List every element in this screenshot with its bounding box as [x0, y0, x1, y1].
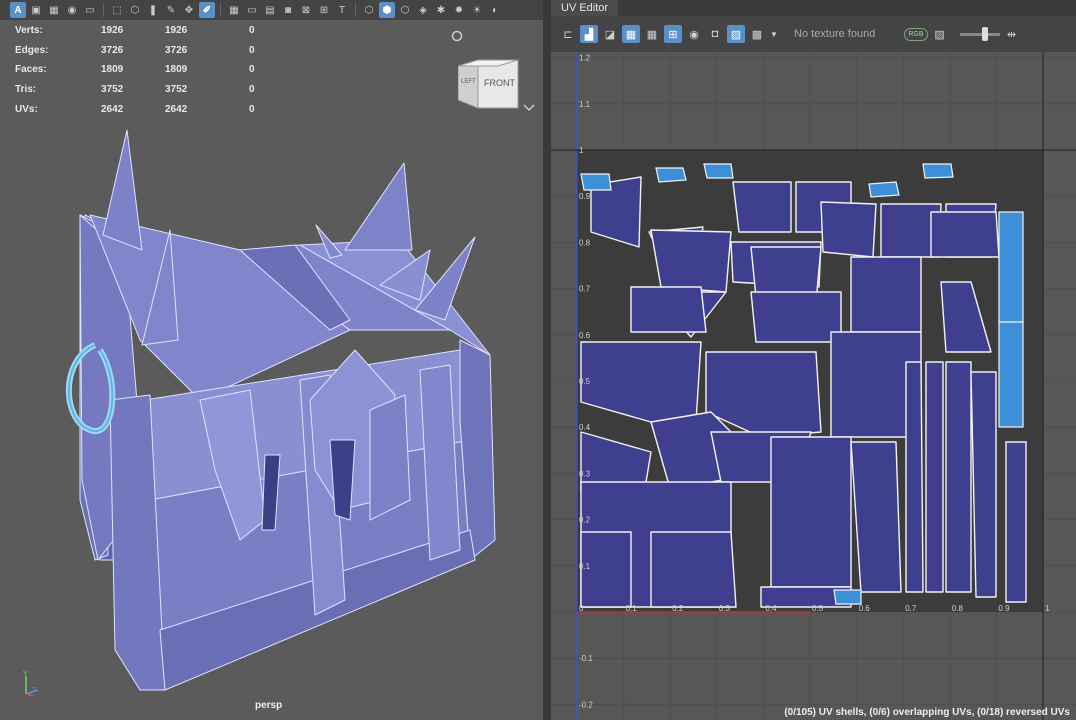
- viewcube-left-label: LEFT: [461, 79, 476, 85]
- uv-y-tick-label: 0.8: [579, 238, 591, 247]
- uv-toolbar: ⊏ ▟ ◪ ▦ ▦ ⊞ ◉ ◘ ▨ ▩ ▼ No texture found R…: [551, 16, 1076, 52]
- hud-row-uvs: UVs: 2642 2642 0: [15, 103, 255, 115]
- uv-checkerboard-icon[interactable]: ▩: [748, 25, 766, 43]
- dropdown-arrow-icon[interactable]: ▼: [769, 25, 779, 43]
- uv-y-tick-label: 1.2: [579, 54, 591, 63]
- uv-snapshot-icon[interactable]: ◘: [706, 25, 724, 43]
- panel-splitter[interactable]: [543, 0, 551, 720]
- chevron-down-icon[interactable]: [523, 104, 535, 112]
- viewcube-front-label: FRONT: [484, 78, 515, 88]
- hud-row-faces: Faces: 1809 1809 0: [15, 64, 255, 76]
- uv-range-icon[interactable]: ⇹: [1003, 25, 1021, 43]
- uv-y-tick-label: 1: [579, 146, 584, 155]
- exposure-slider-knob[interactable]: [981, 26, 988, 41]
- uv-y-tick-label: 0.1: [579, 562, 591, 571]
- uv-x-tick-label: 0.6: [859, 604, 871, 613]
- uv-x-tick-label: 0.1: [626, 604, 638, 613]
- uv-y-tick-label: 0.6: [579, 331, 591, 340]
- uv-x-tick-label: 0.4: [765, 604, 777, 613]
- poly-count-hud: Verts: 1926 1926 0 Edges: 3726 3726 0 Faces: 18…: [15, 21, 269, 119]
- uv-x-tick-label: 1: [1045, 604, 1050, 613]
- no-texture-label: No texture found: [794, 28, 876, 40]
- home-icon[interactable]: [450, 29, 464, 43]
- uv-y-tick-label: 0.4: [579, 423, 591, 432]
- camera-label: persp: [255, 700, 283, 711]
- image-icon[interactable]: ▨: [931, 25, 949, 43]
- uv-x-tick-label: 0.7: [905, 604, 917, 613]
- uv-y-tick-label: 0.5: [579, 377, 591, 386]
- tab-uv-editor[interactable]: UV Editor: [551, 0, 619, 16]
- rgb-channel-button[interactable]: RGB: [904, 27, 928, 41]
- uv-x-tick-label: 0.2: [672, 604, 684, 613]
- uv-x-tick-label: 0.3: [719, 604, 731, 613]
- uv-distortion-icon[interactable]: ◪: [601, 25, 619, 43]
- axis-y-label: Y: [23, 671, 28, 678]
- uv-x-tick-label: 0.8: [952, 604, 964, 613]
- uv-dim-image-icon[interactable]: ◉: [685, 25, 703, 43]
- uv-pixel-snap-icon[interactable]: ▦: [643, 25, 661, 43]
- uv-y-tick-label: 0.9: [579, 192, 591, 201]
- uv-x-tick-label: 0.9: [998, 604, 1010, 613]
- uv-y-tick-label: 1.1: [579, 100, 591, 109]
- uv-shaded-icon[interactable]: ▟: [580, 25, 598, 43]
- uv-status-bar: (0/105) UV shells, (0/6) overlapping UVs…: [784, 707, 1070, 718]
- hud-row-verts: Verts: 1926 1926 0: [15, 25, 255, 37]
- uv-y-tick-label: 0.7: [579, 285, 591, 294]
- uv-y-tick-label: -0.1: [579, 654, 593, 663]
- uv-editor-panel: UV Editor ⊏ ▟ ◪ ▦ ▦ ⊞ ◉ ◘ ▨ ▩ ▼ No textu…: [551, 0, 1076, 720]
- uv-x-tick-label: 0: [579, 604, 584, 613]
- uv-grid-svg[interactable]: 0 0.1 0.2 0.3 0.4 0.5 0.6 0.7 0.8 0.9 1 1.2 1.1 1 0.9…: [551, 52, 1076, 720]
- uv-y-tick-label: 0.3: [579, 469, 591, 478]
- uv-y-tick-label: 0.2: [579, 516, 591, 525]
- uv-y-tick-label: -0.2: [579, 700, 593, 709]
- uv-shell-icon[interactable]: ⊏: [559, 25, 577, 43]
- uv-image-display-icon[interactable]: ▨: [727, 25, 745, 43]
- perspective-viewport[interactable]: A ▣ ▦ ◉ ▭ ⬚ ⬡ ❚ ✎ ✥ ✐ ▦ ▭ ▤ ◙ ⊠ ⊞ T ⬡ ⬢ …: [0, 0, 543, 720]
- uv-checker-icon[interactable]: ⊞: [664, 25, 682, 43]
- hud-row-edges: Edges: 3726 3726 0: [15, 44, 255, 56]
- axis-gizmo: Y Z: [23, 671, 39, 697]
- exposure-slider[interactable]: [959, 26, 1000, 41]
- uv-x-tick-label: 0.5: [812, 604, 824, 613]
- axis-z-label: Z: [32, 687, 37, 694]
- hud-row-tris: Tris: 3752 3752 0: [15, 84, 255, 96]
- uv-canvas[interactable]: 0 0.1 0.2 0.3 0.4 0.5 0.6 0.7 0.8 0.9 1 1.2 1.1 1 0.9…: [551, 52, 1076, 720]
- uv-grid-display-icon[interactable]: ▦: [622, 25, 640, 43]
- uv-tabbar: UV Editor: [551, 0, 1076, 16]
